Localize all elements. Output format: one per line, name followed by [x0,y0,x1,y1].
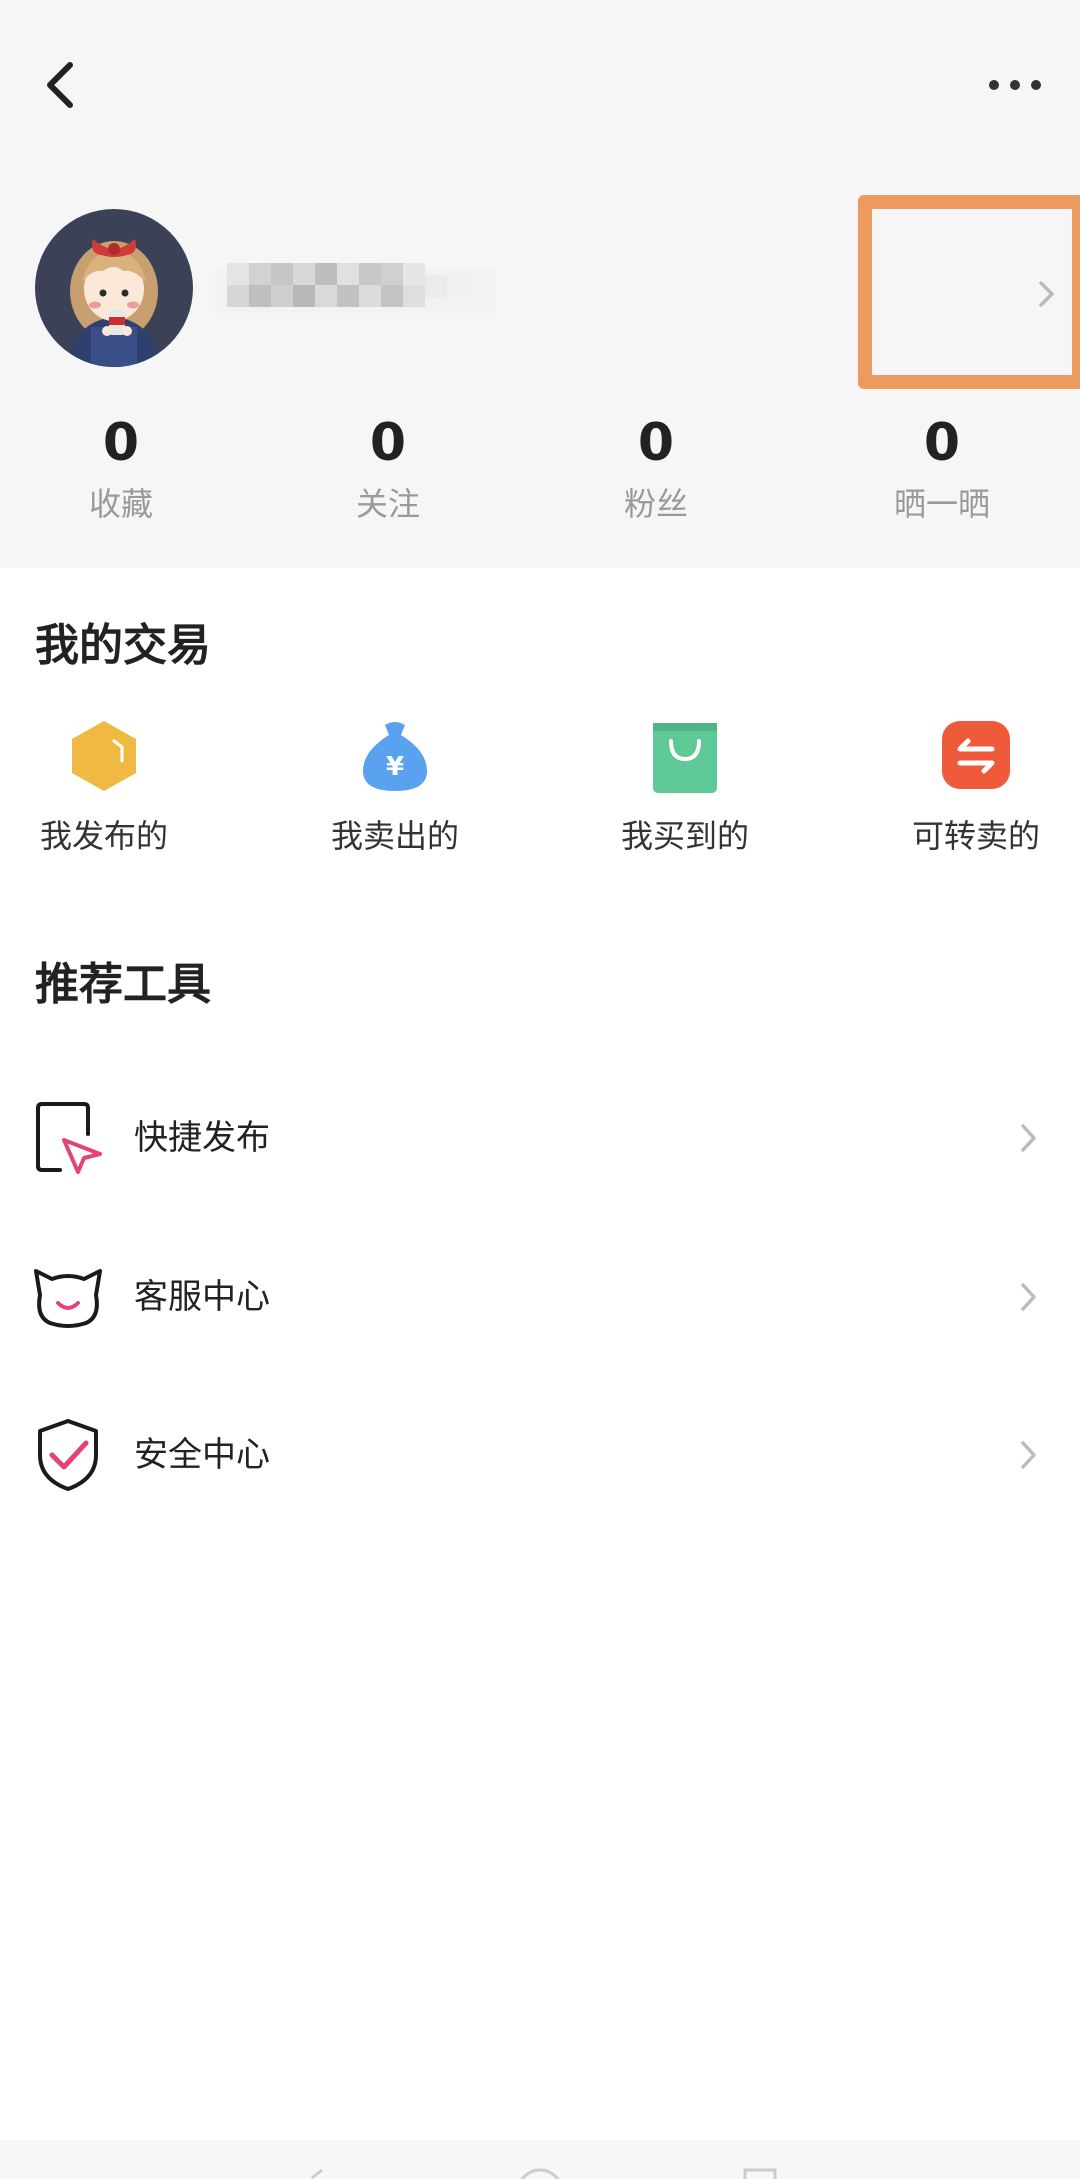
security-shield-icon [38,1419,98,1491]
stats-row: 0 收藏 0 关注 0 粉丝 0 晒一晒 [0,405,1080,545]
back-button[interactable] [30,50,90,120]
stat-following[interactable]: 0 关注 [288,405,488,527]
chevron-right-icon [1039,281,1054,307]
tool-item-customer-service[interactable]: 客服中心 [0,1239,1080,1359]
trade-label: 我买到的 [620,817,749,855]
stat-label: 关注 [355,485,420,523]
quick-publish-icon [36,1102,102,1174]
stat-followers[interactable]: 0 粉丝 [556,405,756,527]
stat-label: 晒一晒 [893,485,990,523]
stat-value: 0 [923,413,961,473]
tools-title: 推荐工具 [35,959,211,1010]
trade-label: 可转卖的 [911,817,1040,855]
more-button[interactable] [980,55,1050,115]
trade-label: 我卖出的 [330,817,459,855]
shopping-bag-icon [653,723,717,793]
nav-recents-icon [743,2168,777,2179]
trade-item-sold[interactable]: ¥ 我卖出的 [300,715,490,859]
box-icon [72,721,136,791]
avatar[interactable] [35,209,193,367]
customer-service-cat-icon [34,1269,102,1328]
username-obscured [215,255,495,327]
stat-favorites[interactable]: 0 收藏 [21,405,221,527]
chevron-right-icon [1021,1124,1036,1152]
stat-value: 0 [102,413,140,473]
profile-detail-link[interactable] [858,195,1080,389]
tool-item-security[interactable]: 安全中心 [0,1397,1080,1517]
stat-showcase[interactable]: 0 晒一晒 [842,405,1042,527]
trade-item-resellable[interactable]: 可转卖的 [881,715,1071,859]
tool-item-quick-publish[interactable]: 快捷发布 [0,1080,1080,1200]
chevron-left-icon [47,62,73,108]
nav-home-icon [520,2168,560,2179]
trade-item-published[interactable]: 我发布的 [9,715,199,859]
stat-label: 收藏 [88,485,153,523]
money-bag-icon: ¥ [363,722,427,791]
chevron-right-icon [1021,1441,1036,1469]
system-nav-bar [0,2140,1080,2179]
stat-value: 0 [637,413,675,473]
trade-item-bought[interactable]: 我买到的 [590,715,780,859]
profile-page: 0 收藏 0 关注 0 粉丝 0 晒一晒 我的交易 我发布的 ¥ 我卖出的 我买… [0,0,1080,2179]
stat-label: 粉丝 [623,485,688,523]
tool-label: 快捷发布 [134,1118,270,1158]
tool-label: 安全中心 [134,1435,270,1475]
tool-label: 客服中心 [134,1277,270,1317]
transfer-icon [942,721,1010,789]
trade-label: 我发布的 [39,817,168,855]
nav-back-icon [311,2168,323,2179]
trades-title: 我的交易 [35,620,211,671]
chevron-right-icon [1021,1283,1036,1311]
svg-text:¥: ¥ [386,752,404,782]
stat-value: 0 [369,413,407,473]
avatar-illustration [35,209,193,367]
more-horizontal-icon [989,80,1041,90]
